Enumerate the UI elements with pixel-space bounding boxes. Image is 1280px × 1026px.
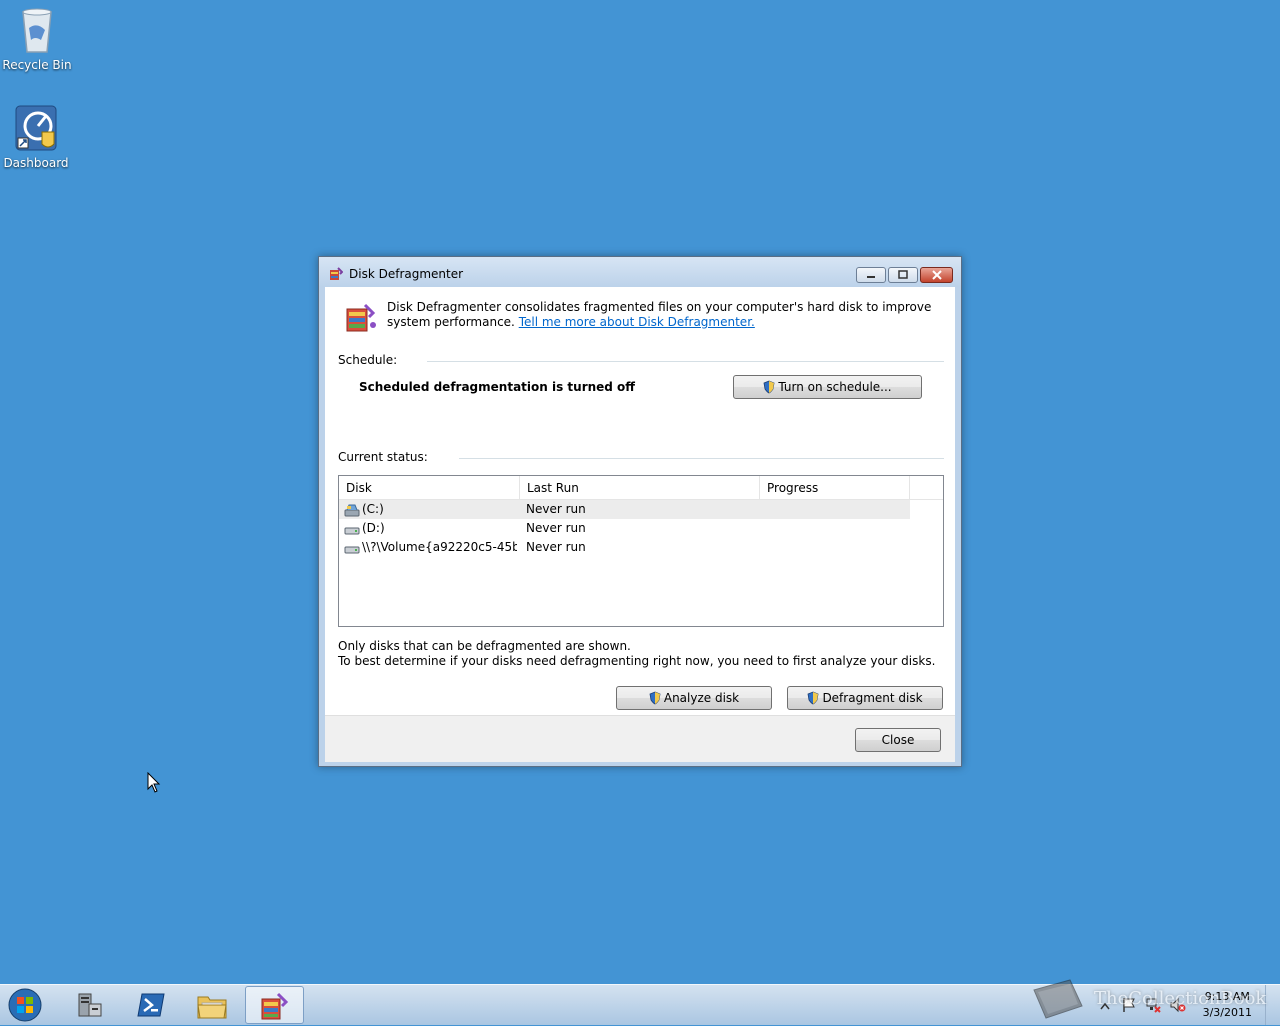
disk-defragmenter-window: Disk Defragmenter Disk Defragmenter cons… xyxy=(318,256,962,767)
dashboard-label: Dashboard xyxy=(3,156,69,170)
disk-list[interactable]: Disk Last Run Progress (C:) Never run (D… xyxy=(338,475,944,627)
disk-name: \\?\Volume{a92220c5-45b8... xyxy=(362,540,517,554)
minimize-button[interactable] xyxy=(856,267,886,283)
maximize-icon xyxy=(898,270,908,279)
disk-last-run: Never run xyxy=(526,521,586,535)
disk-last-run: Never run xyxy=(526,540,586,554)
book-logo-icon xyxy=(1033,979,1083,1019)
start-button[interactable] xyxy=(6,987,44,1023)
note-line-2: To best determine if your disks need def… xyxy=(338,654,936,668)
desktop-icon-dashboard[interactable]: Dashboard xyxy=(0,104,72,170)
taskbar-server-manager[interactable] xyxy=(61,986,117,1024)
recycle-bin-icon xyxy=(15,6,59,54)
explorer-icon xyxy=(197,996,227,1019)
intro-description: Disk Defragmenter consolidates fragmente… xyxy=(387,300,937,330)
disk-list-note: Only disks that can be defragmented are … xyxy=(338,639,935,669)
note-line-1: Only disks that can be defragmented are … xyxy=(338,639,631,653)
window-title: Disk Defragmenter xyxy=(349,267,464,281)
dialog-footer: Close xyxy=(325,715,955,762)
current-status-label: Current status: xyxy=(338,450,428,464)
learn-more-link[interactable]: Tell me more about Disk Defragmenter. xyxy=(519,315,755,329)
defragment-disk-label: Defragment disk xyxy=(822,691,923,705)
dashboard-icon xyxy=(14,104,58,152)
uac-shield-icon xyxy=(649,691,661,705)
window-client-area: Disk Defragmenter consolidates fragmente… xyxy=(325,287,955,762)
disk-defragmenter-icon xyxy=(261,992,289,1020)
disk-row[interactable]: (C:) Never run xyxy=(339,500,910,519)
system-drive-icon xyxy=(344,503,360,517)
turn-on-schedule-label: Turn on schedule... xyxy=(778,380,892,394)
uac-shield-icon xyxy=(763,380,775,394)
taskbar-explorer[interactable] xyxy=(184,986,240,1024)
watermark-text: TheCollectionBook xyxy=(1094,988,1267,1009)
close-button[interactable]: Close xyxy=(855,728,941,752)
column-header-disk[interactable]: Disk xyxy=(339,476,520,499)
watermark: TheCollectionBook xyxy=(1030,974,1280,1024)
schedule-separator xyxy=(427,361,944,362)
analyze-disk-button[interactable]: Analyze disk xyxy=(616,686,772,710)
taskbar-disk-defragmenter[interactable] xyxy=(245,986,304,1024)
server-manager-icon xyxy=(78,993,102,1017)
disk-name: (C:) xyxy=(362,502,384,516)
maximize-button[interactable] xyxy=(888,267,918,283)
powershell-icon xyxy=(137,993,165,1017)
disk-list-header: Disk Last Run Progress xyxy=(339,476,943,500)
column-header-last-run[interactable]: Last Run xyxy=(520,476,760,499)
column-header-progress[interactable]: Progress xyxy=(760,476,910,499)
turn-on-schedule-button[interactable]: Turn on schedule... xyxy=(733,375,922,399)
drive-icon xyxy=(344,541,360,555)
close-window-button[interactable] xyxy=(920,267,953,283)
taskbar-powershell[interactable] xyxy=(123,986,179,1024)
desktop-icon-recycle-bin[interactable]: Recycle Bin xyxy=(1,6,73,72)
drive-icon xyxy=(344,522,360,536)
minimize-icon xyxy=(867,276,875,278)
disk-name: (D:) xyxy=(362,521,385,535)
analyze-disk-label: Analyze disk xyxy=(663,691,740,705)
defragment-disk-button[interactable]: Defragment disk xyxy=(787,686,943,710)
uac-shield-icon xyxy=(807,691,819,705)
disk-row[interactable]: \\?\Volume{a92220c5-45b8... Never run xyxy=(339,538,910,557)
disk-last-run: Never run xyxy=(526,502,586,516)
title-bar[interactable]: Disk Defragmenter xyxy=(319,257,961,287)
close-icon xyxy=(931,270,942,280)
recycle-bin-label: Recycle Bin xyxy=(2,58,72,72)
disk-row[interactable]: (D:) Never run xyxy=(339,519,910,538)
schedule-label: Schedule: xyxy=(338,353,398,367)
status-separator xyxy=(459,458,944,459)
disk-defragmenter-icon xyxy=(329,267,344,281)
defragmenter-large-icon xyxy=(345,301,377,333)
mouse-cursor-icon xyxy=(147,771,161,797)
schedule-status: Scheduled defragmentation is turned off xyxy=(359,380,636,394)
